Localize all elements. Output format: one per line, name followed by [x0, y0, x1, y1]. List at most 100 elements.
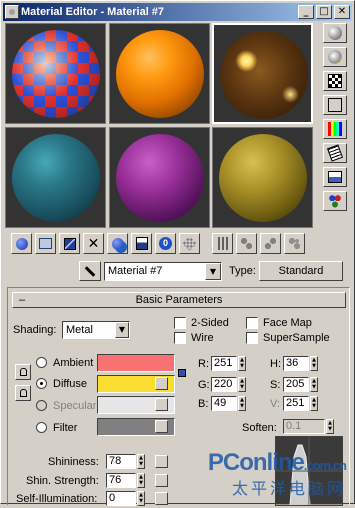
diffuse-label: Diffuse: [53, 378, 88, 390]
show-map-in-viewport-icon: [182, 236, 197, 251]
material-effects-channel-icon: 0: [159, 237, 172, 250]
sample-slot-2[interactable]: [109, 23, 210, 124]
soften-input: 0.1: [283, 419, 325, 434]
material-name-field[interactable]: Material #7 ▼: [104, 262, 222, 281]
select-by-material-button[interactable]: [323, 191, 347, 211]
hue-spinner[interactable]: ▲ ▼: [310, 356, 318, 371]
shininess-input[interactable]: 78: [106, 454, 136, 469]
app-icon: [5, 5, 19, 19]
diffuse-map-button[interactable]: [155, 377, 168, 390]
shin-strength-spinner[interactable]: ▲ ▼: [137, 473, 145, 488]
go-to-parent-button[interactable]: [236, 233, 257, 254]
h-label: H:: [270, 358, 281, 370]
self-illumination-map-button[interactable]: [155, 492, 168, 505]
chevron-down-icon[interactable]: ▼: [205, 263, 221, 280]
options-button[interactable]: [323, 167, 347, 187]
supersample-checkbox[interactable]: [246, 332, 258, 344]
shin-strength-label: Shin. Strength:: [26, 475, 99, 487]
make-preview-icon: [326, 144, 344, 162]
watermark-chinese: 太平洋电脑网: [231, 481, 346, 498]
two-sided-checkbox[interactable]: [174, 317, 186, 329]
sample-slot-6[interactable]: [212, 127, 313, 228]
gold-ball: [219, 134, 307, 222]
value-spinner[interactable]: ▲ ▼: [310, 396, 318, 411]
ambient-radio[interactable]: [36, 357, 47, 368]
saturation-input[interactable]: 205: [283, 377, 309, 392]
v-label: V:: [270, 398, 280, 410]
material-effects-channel-button[interactable]: 0: [155, 233, 176, 254]
self-illumination-label: Self-Illumination:: [16, 493, 98, 505]
video-color-check-icon: [328, 122, 342, 136]
value-input[interactable]: 251: [283, 396, 309, 411]
wire-label: Wire: [191, 332, 214, 344]
lock-icon: [19, 389, 27, 397]
basic-parameters-rollout[interactable]: – Basic Parameters: [12, 292, 346, 308]
sample-type-button[interactable]: [323, 23, 347, 43]
video-color-check-button[interactable]: [323, 119, 347, 139]
sample-slot-4[interactable]: [5, 127, 106, 228]
background-button[interactable]: [323, 71, 347, 91]
select-by-material-icon: [328, 194, 342, 208]
show-end-result-button[interactable]: [212, 233, 233, 254]
sample-type-icon: [328, 26, 342, 40]
red-spinner[interactable]: ▲ ▼: [238, 356, 246, 371]
backlight-button[interactable]: [323, 47, 347, 67]
rollout-title: Basic Parameters: [135, 294, 223, 306]
material-editor-window: Material Editor - Material #7 _ □ ✕ ✕ 0 …: [0, 0, 355, 506]
saturation-spinner[interactable]: ▲ ▼: [310, 377, 318, 392]
filter-map-button[interactable]: [155, 420, 168, 433]
backlight-icon: [328, 50, 342, 64]
shininess-spinner[interactable]: ▲ ▼: [137, 454, 145, 469]
sample-uv-tiling-icon: [328, 98, 342, 112]
minimize-button[interactable]: _: [298, 5, 314, 19]
diffuse-radio[interactable]: [36, 378, 47, 389]
title-bar[interactable]: Material Editor - Material #7 _ □ ✕: [3, 3, 352, 21]
get-material-icon: [15, 237, 28, 250]
wire-checkbox[interactable]: [174, 332, 186, 344]
show-map-in-viewport-button[interactable]: [179, 233, 200, 254]
shading-value: Metal: [66, 324, 93, 336]
two-sided-label: 2-Sided: [191, 317, 229, 329]
close-button[interactable]: ✕: [334, 5, 350, 19]
make-copy-icon: [111, 237, 124, 250]
assign-to-selection-button[interactable]: [59, 233, 80, 254]
hue-input[interactable]: 36: [283, 356, 309, 371]
filter-radio[interactable]: [36, 422, 47, 433]
background-checker-icon: [328, 74, 342, 88]
material-name-bar: Material #7 ▼ Type: Standard: [1, 259, 355, 283]
shading-select[interactable]: Metal ▼: [62, 321, 130, 339]
blue-spinner[interactable]: ▲ ▼: [238, 396, 246, 411]
sample-slot-3[interactable]: [212, 23, 313, 124]
sample-slot-5[interactable]: [109, 127, 210, 228]
put-to-library-button[interactable]: [131, 233, 152, 254]
face-map-checkbox[interactable]: [246, 317, 258, 329]
shin-strength-input[interactable]: 76: [106, 473, 136, 488]
maximize-button[interactable]: □: [316, 5, 332, 19]
lock-icon[interactable]: [176, 365, 188, 379]
supersample-label: SuperSample: [263, 332, 330, 344]
lock-diffuse-specular-button[interactable]: [15, 385, 31, 401]
green-spinner[interactable]: ▲ ▼: [238, 377, 246, 392]
ambient-swatch[interactable]: [97, 354, 175, 372]
specular-map-button[interactable]: [155, 398, 168, 411]
red-input[interactable]: 251: [211, 356, 237, 371]
green-input[interactable]: 220: [211, 377, 237, 392]
reset-map-button[interactable]: ✕: [83, 233, 104, 254]
reset-map-icon: ✕: [87, 235, 100, 252]
lock-ambient-diffuse-button[interactable]: [15, 364, 31, 380]
sample-slot-1[interactable]: [5, 23, 106, 124]
material-type-button[interactable]: Standard: [259, 261, 343, 281]
get-material-button[interactable]: [11, 233, 32, 254]
material-map-navigator-button[interactable]: [284, 233, 305, 254]
shininess-map-button[interactable]: [155, 455, 168, 468]
pick-material-button[interactable]: [79, 261, 101, 281]
sample-uv-tiling-button[interactable]: [323, 95, 347, 115]
b-label: B:: [198, 398, 209, 410]
shin-strength-map-button[interactable]: [155, 474, 168, 487]
make-copy-button[interactable]: [107, 233, 128, 254]
make-preview-button[interactable]: [323, 143, 347, 163]
go-forward-button[interactable]: [260, 233, 281, 254]
put-to-scene-button[interactable]: [35, 233, 56, 254]
side-toolbar: [319, 23, 351, 233]
blue-input[interactable]: 49: [211, 396, 237, 411]
